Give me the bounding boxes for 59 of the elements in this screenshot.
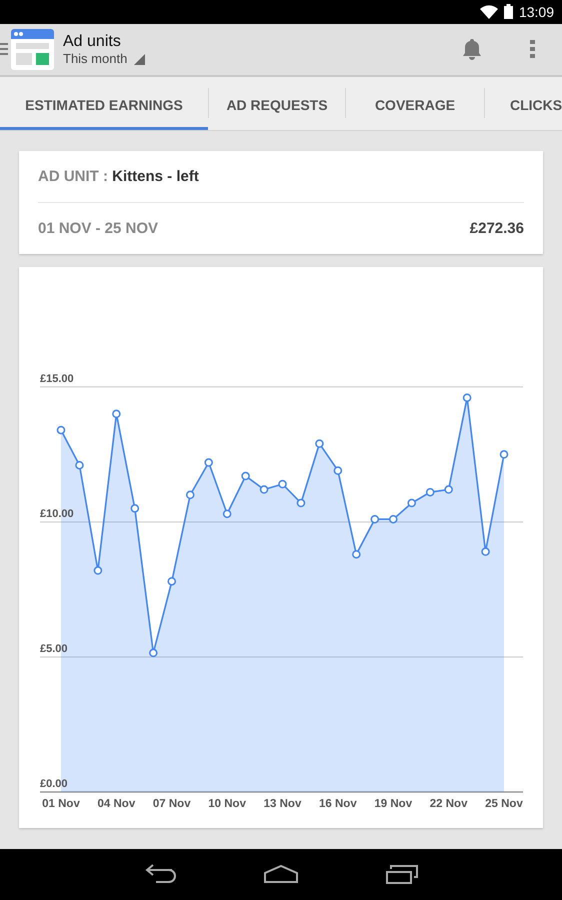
wifi-icon: [480, 4, 498, 19]
data-point: [389, 514, 398, 524]
tab[interactable]: AD REQUESTS: [209, 76, 345, 130]
data-point: [296, 498, 306, 508]
x-axis-label: 01 Nov: [42, 798, 80, 810]
x-axis-label: 13 Nov: [264, 798, 302, 810]
data-point: [407, 498, 416, 508]
x-axis-label: 07 Nov: [152, 798, 191, 810]
ad-unit-label: AD UNIT : Kittens - left: [38, 168, 199, 185]
date-range: 01 NOV - 25 NOV: [38, 220, 158, 237]
home-button[interactable]: [264, 865, 298, 884]
data-point: [426, 488, 434, 496]
data-point: [278, 480, 287, 488]
data-point: [112, 410, 121, 418]
data-point: [500, 450, 508, 459]
x-axis-label: 16 Nov: [319, 798, 357, 810]
data-point: [204, 458, 213, 467]
x-axis-label: 25 Nov: [485, 798, 523, 810]
overflow-menu-icon: [530, 40, 534, 58]
data-point: [94, 566, 102, 575]
y-axis-label: £0.00: [40, 778, 68, 790]
total-earnings: £272.36: [470, 220, 524, 237]
data-point: [370, 514, 380, 524]
data-point: [130, 504, 140, 513]
y-axis-label: £5.00: [40, 642, 68, 655]
data-point: [241, 472, 250, 480]
x-axis-label: 22 Nov: [430, 798, 468, 810]
x-axis-label: 04 Nov: [98, 798, 136, 810]
y-axis-label: £15.00: [40, 372, 74, 385]
data-point: [222, 509, 232, 518]
app-logo-button[interactable]: [0, 28, 54, 70]
dropdown-icon[interactable]: [134, 54, 146, 65]
data-point: [75, 460, 84, 470]
data-point: [149, 648, 158, 658]
recent-apps-button[interactable]: [386, 864, 418, 884]
data-point: [462, 393, 472, 402]
data-point: [315, 439, 324, 448]
data-point: [444, 485, 453, 494]
screen-title: Ad units: [63, 32, 122, 51]
data-point: [168, 576, 176, 586]
data-point: [352, 550, 361, 558]
app-logo-icon: [11, 28, 54, 70]
menu-icon: [0, 42, 8, 56]
status-time: 13:09: [518, 4, 554, 20]
period-subtitle[interactable]: This month: [63, 50, 128, 66]
battery-icon: [504, 4, 513, 20]
back-button[interactable]: [144, 864, 176, 884]
tab[interactable]: CLICKS: [485, 76, 562, 130]
tab[interactable]: ESTIMATED EARNINGS: [0, 76, 208, 130]
data-point: [334, 466, 342, 475]
data-point: [481, 547, 490, 556]
data-point: [186, 490, 194, 500]
data-point: [260, 485, 268, 494]
bell-icon: [462, 38, 482, 60]
x-axis-label: 10 Nov: [208, 798, 246, 810]
data-point: [56, 426, 66, 434]
y-axis-label: £10.00: [40, 508, 74, 520]
x-axis-label: 19 Nov: [374, 798, 412, 810]
tab[interactable]: COVERAGE: [346, 76, 484, 130]
